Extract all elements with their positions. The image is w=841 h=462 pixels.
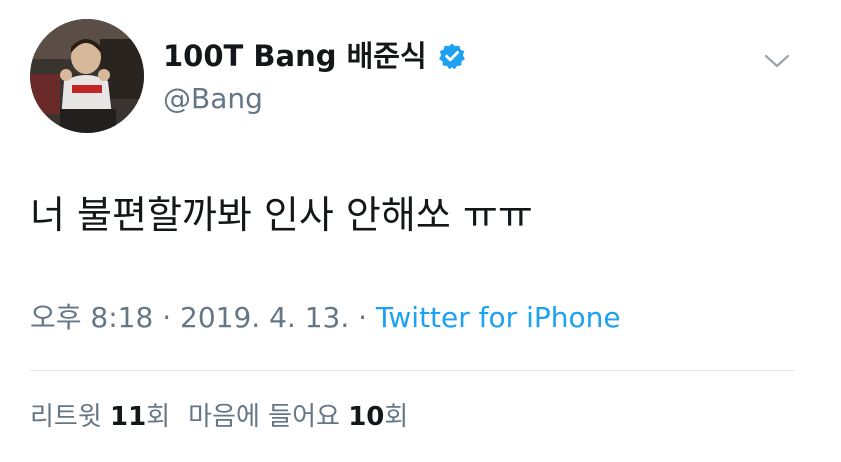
tweet-stats: 리트윗 11회 마음에 들어요 10회 — [30, 400, 408, 434]
handle[interactable]: @Bang — [163, 82, 263, 116]
tweet-date[interactable]: 2019. 4. 13. — [180, 301, 349, 334]
retweets-unit: 회 — [146, 402, 171, 432]
meta-separator: · — [349, 301, 376, 334]
chevron-down-icon[interactable] — [762, 50, 792, 72]
avatar[interactable] — [30, 19, 144, 133]
likes-unit: 회 — [384, 402, 409, 432]
retweets-count: 11 — [110, 402, 147, 432]
retweets-label: 리트윗 — [30, 402, 102, 432]
likes-stat[interactable]: 마음에 들어요 10회 — [188, 402, 408, 432]
meta-separator: · — [153, 301, 181, 334]
tweet-source-link[interactable]: Twitter for iPhone — [376, 301, 621, 334]
tweet-card: 100T Bang 배준식 @Bang 너 불편할까봐 인사 안해쏘 ㅠㅠ 오후… — [0, 0, 841, 462]
likes-count: 10 — [348, 402, 385, 432]
tweet-meta: 오후 8:18 · 2019. 4. 13. · Twitter for iPh… — [30, 300, 621, 336]
likes-label: 마음에 들어요 — [188, 402, 340, 432]
verified-badge-icon — [439, 43, 465, 70]
display-name[interactable]: 100T Bang 배준식 — [163, 38, 427, 74]
tweet-text: 너 불편할까봐 인사 안해쏘 ㅠㅠ — [30, 193, 533, 237]
divider — [30, 370, 795, 371]
retweets-stat[interactable]: 리트윗 11회 — [30, 402, 170, 432]
tweet-time[interactable]: 오후 8:18 — [30, 301, 153, 334]
